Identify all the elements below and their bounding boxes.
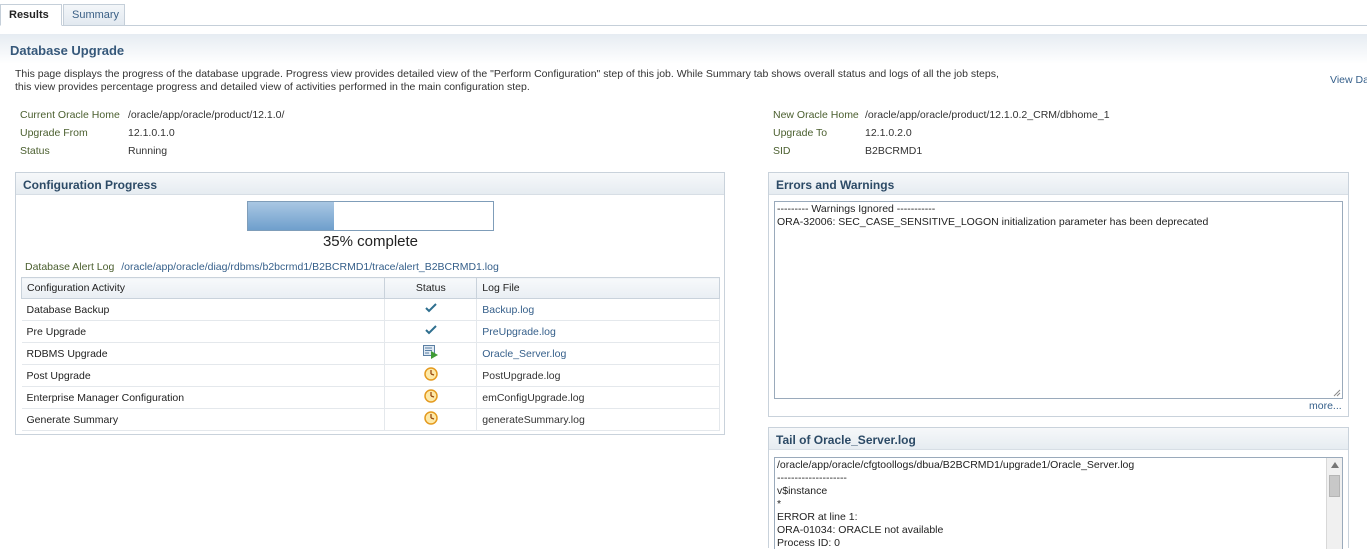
configuration-progress-panel: Configuration Progress 35% complete Data… <box>15 172 725 435</box>
title-band <box>0 34 1367 64</box>
table-row: Generate Summary generateSummary.log <box>21 408 720 431</box>
page-description: This page displays the progress of the d… <box>15 68 1075 94</box>
more-link[interactable]: more... <box>1309 400 1342 412</box>
log-line: ERROR at line 1: <box>777 511 858 523</box>
activity-name: Database Backup <box>21 298 386 321</box>
page-title: Database Upgrade <box>10 43 125 58</box>
tail-log-scroll-thumb[interactable] <box>1329 475 1340 497</box>
progress-bar <box>247 201 494 231</box>
activity-name: Post Upgrade <box>21 364 386 387</box>
log-file-name: emConfigUpgrade.log <box>482 391 585 404</box>
clock-icon <box>424 389 438 406</box>
activity-status <box>384 408 478 431</box>
log-file-name: generateSummary.log <box>482 413 585 426</box>
checkmark-icon <box>425 303 437 316</box>
log-line: * <box>777 498 782 510</box>
description-line-2: this view provides percentage progress a… <box>15 81 530 93</box>
scroll-up-arrow-icon[interactable] <box>1331 462 1339 468</box>
column-header-log-file: Log File <box>476 277 720 299</box>
alert-log-row: Database Alert Log /oracle/app/oracle/di… <box>25 261 499 273</box>
tail-log-scrollbar[interactable] <box>1326 458 1342 549</box>
checkmark-icon <box>425 325 437 338</box>
errors-warnings-panel: Errors and Warnings --------- Warnings I… <box>768 172 1349 417</box>
log-line: -------------------- <box>777 472 847 484</box>
status-label: Status <box>20 145 50 157</box>
table-row: Enterprise Manager Configuration emConfig… <box>21 386 720 409</box>
activity-name: Generate Summary <box>21 408 386 431</box>
log-file-cell: generateSummary.log <box>476 408 720 431</box>
status-value: Running <box>128 145 168 157</box>
activity-status <box>384 342 478 365</box>
log-line: /oracle/app/oracle/cfgtoollogs/dbua/B2BC… <box>777 459 1135 471</box>
configuration-progress-title: Configuration Progress <box>16 173 724 195</box>
sid-value: B2BCRMD1 <box>865 145 923 157</box>
column-header-status: Status <box>384 277 478 299</box>
activity-status <box>384 364 478 387</box>
errors-warnings-textarea[interactable]: --------- Warnings Ignored ----------- O… <box>774 201 1343 399</box>
activity-status <box>384 386 478 409</box>
new-oracle-home-label: New Oracle Home <box>773 109 859 121</box>
activities-table: Configuration Activity Status Log File D… <box>20 277 720 431</box>
table-row: RDBMS Upgrade Oracle_Server.log <box>21 342 720 365</box>
log-file-cell: emConfigUpgrade.log <box>476 386 720 409</box>
activity-status <box>384 298 478 321</box>
description-line-1: This page displays the progress of the d… <box>15 68 999 80</box>
clock-icon <box>424 411 438 428</box>
tab-summary[interactable]: Summary <box>63 4 125 26</box>
log-file-name: PostUpgrade.log <box>482 369 561 382</box>
upgrade-to-label: Upgrade To <box>773 127 828 139</box>
activity-name: Enterprise Manager Configuration <box>21 386 386 409</box>
in-progress-icon <box>422 345 439 362</box>
activity-status <box>384 320 478 343</box>
upgrade-from-label: Upgrade From <box>20 127 88 139</box>
tail-log-title: Tail of Oracle_Server.log <box>769 428 1348 450</box>
table-row: Pre Upgrade PreUpgrade.log <box>21 320 720 343</box>
log-file-cell: PreUpgrade.log <box>476 320 720 343</box>
progress-percent-text: 35% complete <box>322 233 419 250</box>
upgrade-to-value: 12.1.0.2.0 <box>865 127 912 139</box>
upgrade-from-value: 12.1.0.1.0 <box>128 127 175 139</box>
column-header-activity: Configuration Activity <box>20 277 386 299</box>
log-file-cell: Backup.log <box>476 298 720 321</box>
errors-warnings-title: Errors and Warnings <box>769 173 1348 195</box>
log-line: v$instance <box>777 485 828 497</box>
log-file-cell: PostUpgrade.log <box>476 364 720 387</box>
sid-label: SID <box>773 145 791 157</box>
tail-log-textarea[interactable]: /oracle/app/oracle/cfgtoollogs/dbua/B2BC… <box>774 457 1343 549</box>
new-oracle-home-value: /oracle/app/oracle/product/12.1.0.2_CRM/… <box>865 109 1110 121</box>
activity-name: RDBMS Upgrade <box>21 342 386 365</box>
log-file-cell: Oracle_Server.log <box>476 342 720 365</box>
warnings-ignored-line: --------- Warnings Ignored ----------- <box>777 203 936 215</box>
log-file-link[interactable]: Oracle_Server.log <box>482 348 566 360</box>
table-row: Database Backup Backup.log <box>21 298 720 321</box>
tab-bar: Results Summary <box>0 0 1367 26</box>
activity-name: Pre Upgrade <box>21 320 386 343</box>
table-row: Post Upgrade PostUpgrade.log <box>21 364 720 387</box>
alert-log-link[interactable]: /oracle/app/oracle/diag/rdbms/b2bcrmd1/B… <box>121 261 499 273</box>
current-oracle-home-label: Current Oracle Home <box>20 109 120 121</box>
clock-icon <box>424 367 438 384</box>
log-file-link[interactable]: PreUpgrade.log <box>482 326 556 338</box>
tail-log-panel: Tail of Oracle_Server.log /oracle/app/or… <box>768 427 1349 549</box>
current-oracle-home-value: /oracle/app/oracle/product/12.1.0/ <box>128 109 285 121</box>
log-line: ORA-01034: ORACLE not available <box>777 524 944 536</box>
alert-log-label: Database Alert Log <box>25 261 115 273</box>
tab-results[interactable]: Results <box>0 4 62 26</box>
log-line: Process ID: 0 <box>777 537 841 549</box>
view-details-link[interactable]: View Da <box>1330 74 1367 86</box>
resize-handle-icon[interactable] <box>1333 389 1341 397</box>
log-file-link[interactable]: Backup.log <box>482 304 534 316</box>
warning-message-line: ORA-32006: SEC_CASE_SENSITIVE_LOGON init… <box>777 216 1209 228</box>
progress-bar-fill <box>248 202 334 230</box>
